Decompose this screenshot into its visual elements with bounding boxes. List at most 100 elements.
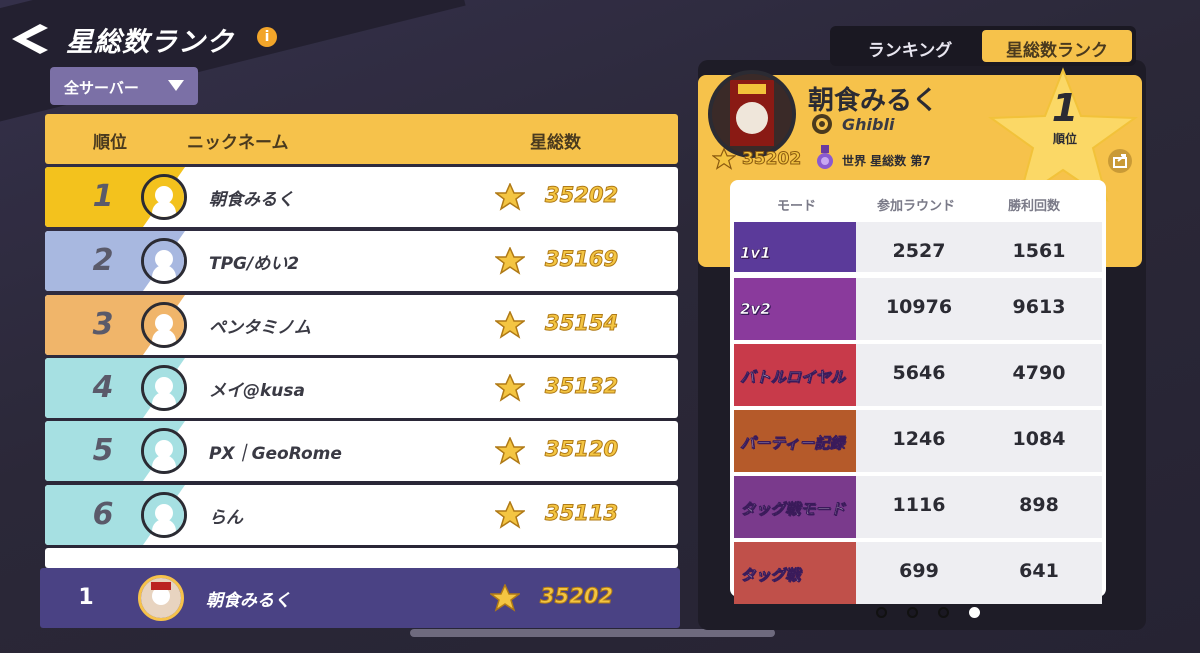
column-nickname: ニックネーム: [187, 133, 289, 153]
mode-label: パーティー記録: [740, 434, 845, 453]
tab-ranking[interactable]: ランキング: [845, 30, 975, 62]
column-star-total: 星総数: [530, 133, 581, 153]
avatar: [141, 492, 187, 538]
back-arrow-icon[interactable]: [10, 22, 54, 56]
mode-rounds: 2527: [892, 240, 946, 262]
row-score: 35132: [544, 374, 619, 399]
mode-rounds: 1246: [892, 428, 946, 450]
mode-row[interactable]: タッグ戦 699 641: [734, 542, 1102, 604]
server-filter-dropdown[interactable]: 全サーバー: [50, 67, 198, 105]
mode-banner: 2v2: [734, 278, 856, 340]
table-row[interactable]: 3 ペンタミノム 35154: [45, 295, 678, 355]
row-score: 35154: [544, 311, 619, 336]
mode-banner: 1v1: [734, 222, 856, 272]
mode-row[interactable]: 2v2 10976 9613: [734, 278, 1102, 340]
mode-banner: パーティー記録: [734, 410, 856, 472]
profile-guild: Ghibli: [842, 115, 895, 134]
mode-row[interactable]: 1v1 2527 1561: [734, 222, 1102, 272]
page-dot[interactable]: [907, 607, 918, 618]
row-nickname: TPG/めい2: [209, 254, 300, 274]
star-icon: [490, 584, 520, 612]
info-icon[interactable]: i: [257, 27, 277, 47]
avatar: [138, 575, 184, 621]
page-dot[interactable]: [969, 607, 980, 618]
star-icon: [712, 148, 736, 170]
star-icon: [495, 437, 525, 465]
mode-wins: 1084: [1012, 428, 1066, 450]
profile-rank: 1: [1051, 86, 1079, 130]
mode-banner: タッグ戦: [734, 542, 856, 604]
mode-wins: 9613: [1012, 296, 1066, 318]
column-rank: 順位: [93, 133, 127, 153]
self-nickname: 朝食みるく: [206, 591, 291, 611]
self-rank: 1: [78, 585, 94, 610]
row-rank: 3: [92, 307, 114, 342]
tab-star-total-rank[interactable]: 星総数ランク: [982, 30, 1132, 62]
star-icon: [495, 311, 525, 339]
self-score: 35202: [539, 584, 614, 609]
mode-rounds: 1116: [892, 494, 946, 516]
mode-label: 2v2: [740, 300, 771, 319]
profile-world-rank: 世界 星総数 第7: [842, 154, 931, 168]
row-nickname: メイ@kusa: [209, 381, 305, 401]
mode-wins: 898: [1019, 494, 1059, 516]
star-icon: [495, 501, 525, 529]
chevron-down-icon: [168, 80, 184, 91]
row-nickname: らん: [209, 508, 243, 528]
mode-rounds: 699: [899, 560, 939, 582]
mode-wins: 4790: [1012, 362, 1066, 384]
row-score: 35202: [544, 183, 619, 208]
self-ranking-row[interactable]: 1 朝食みるく 35202: [40, 568, 680, 628]
medal-icon: [817, 145, 833, 169]
share-icon[interactable]: [1108, 149, 1132, 173]
star-icon: [495, 374, 525, 402]
mode-rounds: 10976: [885, 296, 953, 318]
table-row[interactable]: 1 朝食みるく 35202: [45, 167, 678, 227]
row-rank: 4: [92, 370, 114, 405]
avatar: [141, 428, 187, 474]
mode-label: タッグ戦: [740, 566, 801, 585]
page-title: 星総数ランク: [66, 27, 234, 58]
avatar: [141, 174, 187, 220]
mode-row[interactable]: タッグ戦モード 1116 898: [734, 476, 1102, 538]
column-wins: 勝利回数: [1008, 199, 1061, 214]
profile-avatar[interactable]: [708, 70, 796, 158]
profile-total-stars: 35202: [741, 149, 802, 170]
column-mode: モード: [777, 199, 817, 214]
mode-row[interactable]: バトルロイヤル 5646 4790: [734, 344, 1102, 406]
profile-rank-label: 順位: [1052, 132, 1077, 146]
mode-label: タッグ戦モード: [740, 500, 846, 519]
table-row[interactable]: 6 らん 35113: [45, 485, 678, 545]
mode-label: 1v1: [740, 244, 771, 263]
table-row[interactable]: 2 TPG/めい2 35169: [45, 231, 678, 291]
row-nickname: 朝食みるく: [209, 190, 294, 210]
row-score: 35120: [544, 437, 619, 462]
page-dot[interactable]: [876, 607, 887, 618]
row-rank: 5: [92, 433, 114, 468]
column-rounds: 参加ラウンド: [877, 199, 956, 214]
table-row[interactable]: 5 PX｜GeoRome 35120: [45, 421, 678, 481]
table-row-partial: [45, 548, 678, 568]
table-row[interactable]: 4 メイ@kusa 35132: [45, 358, 678, 418]
mode-wins: 1561: [1012, 240, 1066, 262]
row-rank: 1: [92, 179, 114, 214]
mode-wins: 641: [1019, 560, 1059, 582]
star-icon: [495, 183, 525, 211]
avatar: [141, 365, 187, 411]
mode-rounds: 5646: [892, 362, 946, 384]
row-score: 35169: [544, 247, 619, 272]
row-nickname: ペンタミノム: [209, 318, 311, 338]
row-rank: 6: [92, 497, 114, 532]
scrollbar[interactable]: [410, 629, 775, 637]
avatar: [141, 238, 187, 284]
mode-banner: タッグ戦モード: [734, 476, 856, 538]
avatar: [141, 302, 187, 348]
mode-banner: バトルロイヤル: [734, 344, 856, 406]
server-filter-label: 全サーバー: [64, 79, 139, 97]
row-nickname: PX｜GeoRome: [209, 444, 342, 464]
row-rank: 2: [92, 243, 114, 278]
ranking-table-header: 順位 ニックネーム 星総数: [45, 114, 678, 164]
star-icon: [495, 247, 525, 275]
mode-row[interactable]: パーティー記録 1246 1084: [734, 410, 1102, 472]
page-dot[interactable]: [938, 607, 949, 618]
